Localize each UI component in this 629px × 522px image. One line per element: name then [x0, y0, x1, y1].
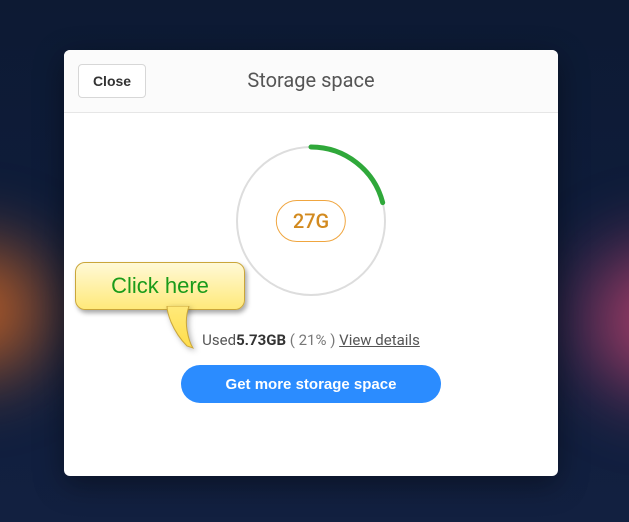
used-percent: ( 21% ) — [290, 331, 336, 349]
close-button[interactable]: Close — [78, 64, 146, 98]
view-details-link[interactable]: View details — [339, 331, 420, 349]
used-value: 5.73GB — [236, 331, 286, 349]
storage-gauge: 27G — [231, 141, 391, 301]
storage-modal: Close Storage space 27G Used5.73GB ( 21%… — [64, 50, 558, 476]
usage-summary: Used5.73GB ( 21% ) View details — [64, 331, 558, 349]
modal-header: Close Storage space — [64, 50, 558, 113]
get-more-storage-button[interactable]: Get more storage space — [181, 365, 441, 403]
modal-body: 27G Used5.73GB ( 21% ) View details Get … — [64, 113, 558, 403]
used-prefix: Used — [202, 331, 236, 349]
gauge-total-label: 27G — [276, 200, 346, 242]
decorative-glow-pink — [549, 210, 629, 430]
page-background: Close Storage space 27G Used5.73GB ( 21%… — [0, 0, 629, 522]
